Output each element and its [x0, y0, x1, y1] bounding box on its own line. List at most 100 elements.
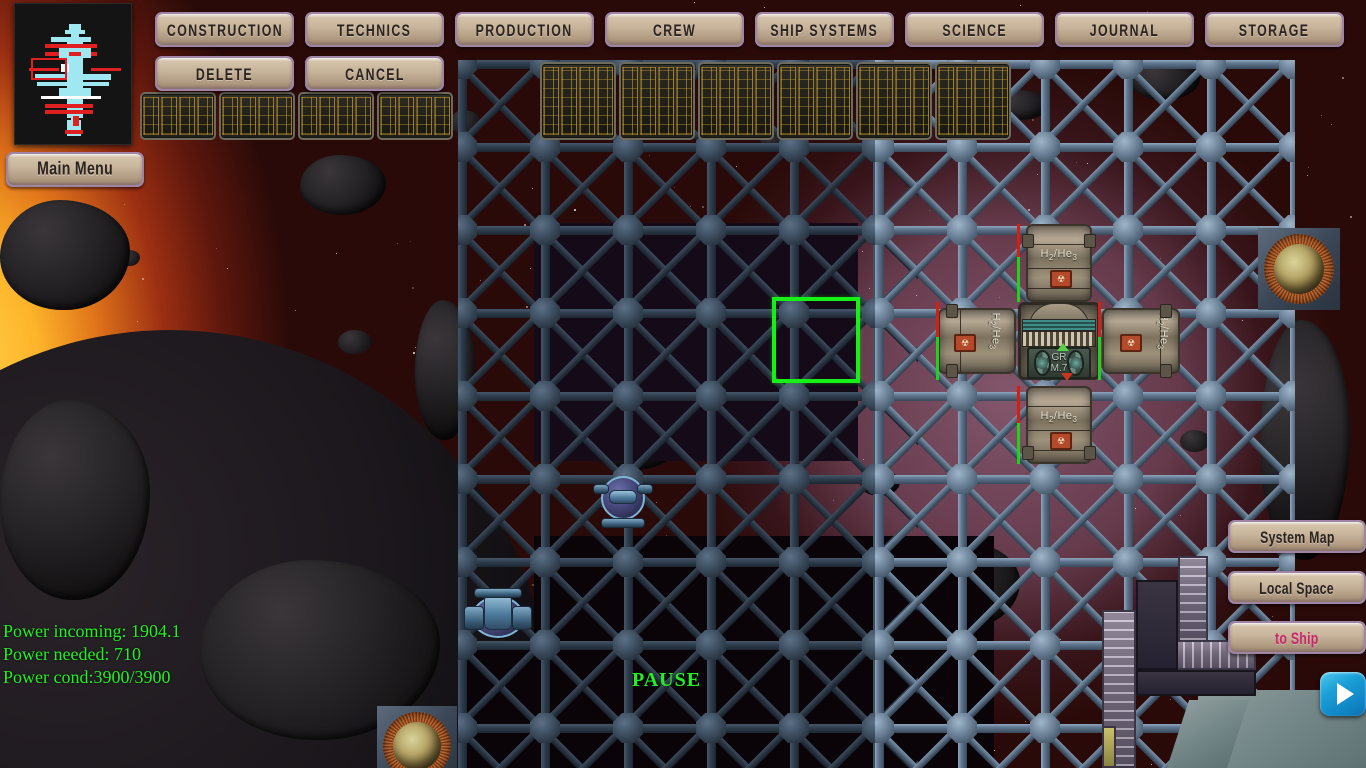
pause-indicator: PAUSE — [632, 669, 702, 691]
truss-node — [1196, 215, 1226, 245]
star — [142, 278, 144, 280]
solar-cell — [355, 97, 371, 135]
craft-wing-right-2 — [512, 606, 532, 630]
bar-health — [1017, 256, 1020, 302]
minimap-segment — [37, 82, 109, 86]
corridor-ribs-uv — [1180, 558, 1206, 640]
drone-craft-upper[interactable] — [591, 466, 655, 530]
integrity-bar-south — [1017, 386, 1020, 464]
system-map-button[interactable]: System Map — [1228, 520, 1366, 553]
tab-storage[interactable]: STORAGE — [1205, 12, 1344, 47]
minimap-segment — [91, 68, 121, 71]
fuel-tank-south[interactable]: H2/He3 ☢ — [1022, 386, 1096, 464]
play-button[interactable] — [1320, 672, 1366, 716]
truss-cell — [947, 547, 1041, 647]
hazard-icon: ☢ — [1050, 432, 1072, 450]
minimap-segment — [45, 110, 93, 114]
truss-node — [1196, 381, 1226, 411]
truss-node — [696, 215, 726, 245]
solar-cell — [913, 67, 929, 135]
tank-port — [1160, 364, 1172, 378]
truss-cell — [947, 464, 1041, 564]
minimap-segment — [51, 37, 91, 42]
solar-cell — [798, 67, 814, 135]
tab-production[interactable]: PRODUCTION — [455, 12, 594, 47]
solar-panel[interactable] — [777, 62, 853, 140]
tank-seam — [1028, 268, 1090, 269]
main-menu-button[interactable]: Main Menu — [6, 152, 144, 187]
truss-node — [530, 547, 560, 577]
local-space-button[interactable]: Local Space — [1228, 571, 1366, 604]
star — [1020, 5, 1021, 6]
drone-craft-lower[interactable] — [462, 586, 534, 648]
status-up-indicator — [1057, 343, 1069, 351]
tank-seam — [1028, 430, 1090, 431]
truss-cell — [530, 215, 624, 315]
truss-cell — [1030, 464, 1124, 564]
solar-panel[interactable] — [935, 62, 1011, 140]
build-selection-box[interactable] — [772, 297, 860, 383]
truss-node — [613, 381, 643, 411]
action-cancel[interactable]: CANCEL — [305, 56, 444, 91]
solar-cell — [561, 67, 577, 135]
truss-cell — [779, 464, 873, 564]
truss-node — [947, 547, 977, 577]
ship-minimap[interactable] — [14, 3, 132, 145]
truss-cell — [779, 132, 873, 232]
solar-panel[interactable] — [377, 92, 453, 140]
truss-cell — [1279, 60, 1295, 149]
truss-cell — [613, 713, 707, 768]
to-ship-button[interactable]: to Ship — [1228, 621, 1366, 654]
play-icon — [1336, 683, 1354, 705]
cooling-fan-left — [1034, 350, 1051, 376]
integrity-bar-east — [1098, 302, 1101, 380]
tank-label: H2/He3 — [1040, 410, 1078, 425]
fuel-tank-west[interactable]: H2/He3 ☢ — [938, 304, 1016, 378]
tab-ship-systems[interactable]: SHIP SYSTEMS — [755, 12, 894, 47]
truss-node — [1113, 381, 1143, 411]
truss-cell — [613, 298, 707, 398]
solar-cell — [658, 67, 674, 135]
truss-cell — [696, 464, 790, 564]
solar-cell — [579, 67, 595, 135]
tab-construction[interactable]: CONSTRUCTION — [155, 12, 294, 47]
power-cond: Power cond:3900/3900 — [3, 667, 171, 687]
truss-node — [696, 713, 726, 743]
solar-cell — [161, 97, 177, 135]
solar-cell — [222, 97, 238, 135]
solar-panel[interactable] — [540, 62, 616, 140]
star — [1342, 77, 1344, 79]
truss-node — [1113, 464, 1143, 494]
truss-node — [696, 464, 726, 494]
truss-cell — [1113, 60, 1207, 149]
solar-panel[interactable] — [298, 92, 374, 140]
solar-cell — [676, 67, 692, 135]
truss-cell — [1279, 132, 1295, 232]
minimap-segment — [65, 30, 85, 34]
fuel-tank-east[interactable]: H2/He3 ☢ — [1102, 304, 1180, 378]
solar-panel[interactable] — [219, 92, 295, 140]
airlock-hatch-right[interactable] — [1258, 228, 1340, 310]
craft-wing-left-2 — [464, 606, 484, 630]
airlock-hatch-bottom[interactable] — [377, 706, 457, 768]
solar-cell — [956, 67, 972, 135]
solar-panel[interactable] — [856, 62, 932, 140]
fuel-tank-north[interactable]: H2/He3 ☢ — [1022, 224, 1096, 302]
truss-cell — [779, 630, 873, 730]
truss-cell — [458, 298, 541, 398]
truss-cell — [1196, 298, 1290, 398]
action-delete[interactable]: DELETE — [155, 56, 294, 91]
corridor-stub — [1102, 726, 1116, 768]
tab-journal[interactable]: JOURNAL — [1055, 12, 1194, 47]
truss-cell — [1279, 381, 1295, 481]
tab-science[interactable]: SCIENCE — [905, 12, 1044, 47]
solar-panel[interactable] — [698, 62, 774, 140]
tab-technics[interactable]: TECHNICS — [305, 12, 444, 47]
bar-damage — [936, 302, 939, 338]
craft-hull — [609, 490, 637, 504]
solar-panel[interactable] — [140, 92, 216, 140]
reactor-core[interactable]: GR M.7 — [1018, 302, 1100, 381]
tab-crew[interactable]: CREW — [605, 12, 744, 47]
truss-node — [530, 713, 560, 743]
solar-panel[interactable] — [619, 62, 695, 140]
